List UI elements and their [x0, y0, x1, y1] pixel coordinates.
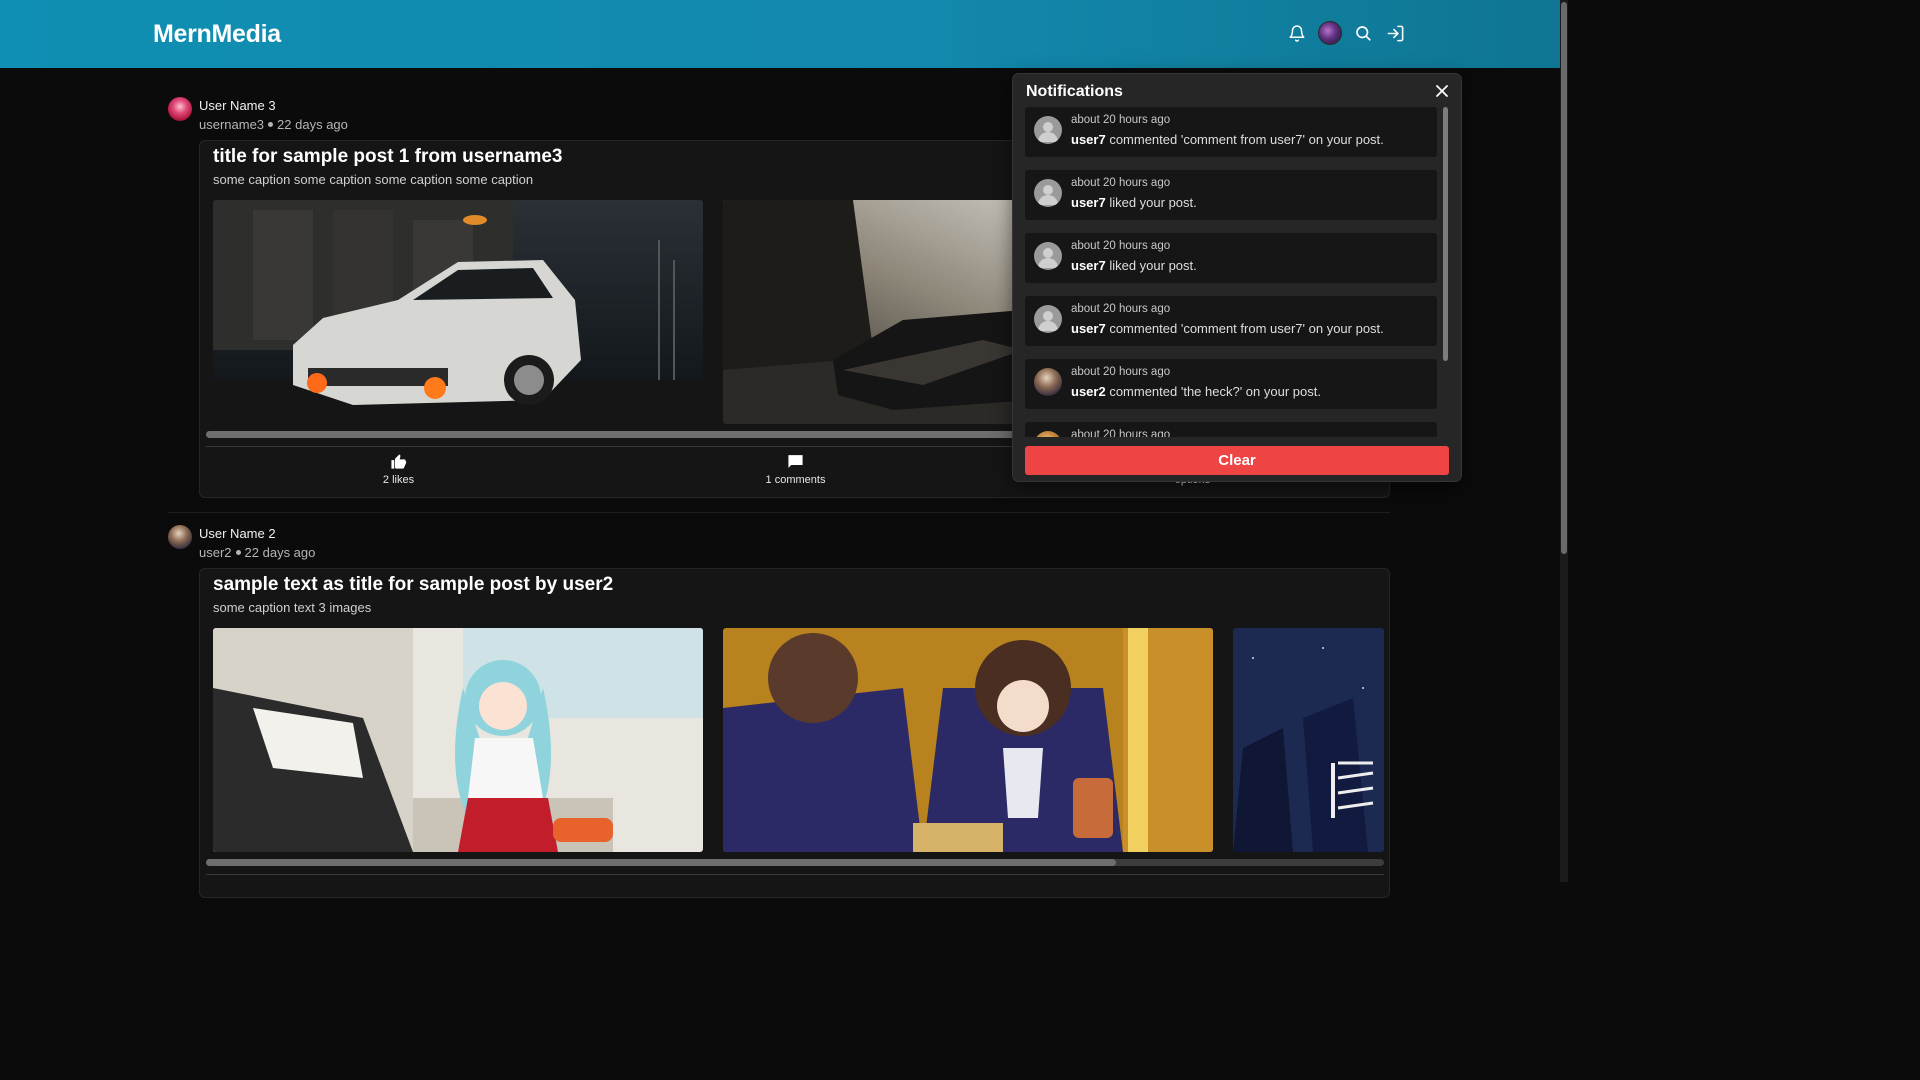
notification-avatar [1034, 431, 1062, 437]
notification-avatar [1034, 368, 1062, 396]
close-icon[interactable] [1435, 84, 1449, 98]
notification-time: about 20 hours ago [1071, 366, 1171, 378]
notification-user: user2 [1071, 384, 1106, 399]
avatar[interactable] [1318, 21, 1342, 45]
notifications-panel: Notifications about 20 hours ago user7 c… [1012, 73, 1462, 482]
post-image[interactable] [213, 628, 703, 852]
notifications-title: Notifications [1026, 83, 1123, 100]
notification-user: user7 [1071, 132, 1106, 147]
notification-item[interactable]: about 20 hours ago [1025, 422, 1437, 437]
post-title: title for sample post 1 from username3 [213, 146, 563, 167]
post-content: sample text as title for sample post by … [199, 568, 1390, 898]
comments-count: 1 comments [765, 474, 826, 486]
images-scrollbar[interactable] [206, 859, 1384, 866]
notifications-scrollbar-thumb[interactable] [1443, 107, 1448, 361]
notification-text: commented 'comment from user7' on your p… [1105, 132, 1384, 147]
post-image[interactable] [1233, 628, 1384, 852]
post-meta: username3 22 days ago [199, 117, 348, 132]
post-time: 22 days ago [277, 117, 348, 132]
author-username: username3 [199, 117, 265, 132]
post-caption: some caption some caption some caption s… [213, 172, 534, 187]
post-time: 22 days ago [244, 545, 316, 560]
author-name[interactable]: User Name 3 [199, 98, 276, 113]
author-name[interactable]: User Name 2 [199, 526, 276, 541]
thumbs-up-icon [391, 454, 407, 469]
notification-time: about 20 hours ago [1071, 303, 1171, 315]
author-username: user2 [199, 545, 232, 560]
comment-icon [788, 455, 803, 468]
notification-message: user2 commented 'the heck?' on your post… [1071, 384, 1321, 399]
notification-user: user7 [1071, 258, 1106, 273]
comment-button[interactable]: 1 comments [597, 447, 994, 493]
notification-user: user7 [1071, 321, 1106, 336]
notification-item[interactable]: about 20 hours ago user7 commented 'comm… [1025, 107, 1437, 157]
likes-count: 2 likes [382, 474, 415, 486]
notification-message: user7 commented 'comment from user7' on … [1071, 321, 1384, 336]
page-scrollbar[interactable] [1560, 0, 1568, 882]
search-icon[interactable] [1352, 22, 1374, 44]
notification-text: liked your post. [1105, 195, 1197, 210]
post-images [213, 628, 1384, 852]
separator-dot [268, 122, 274, 127]
notification-message: user7 commented 'comment from user7' on … [1071, 132, 1384, 147]
notification-avatar [1034, 179, 1062, 207]
post-card: User Name 2 user2 22 days ago sample tex… [168, 525, 1390, 898]
like-button[interactable]: 2 likes [200, 447, 597, 493]
notification-text: commented 'comment from user7' on your p… [1105, 321, 1384, 336]
separator-dot [235, 550, 241, 555]
clear-button[interactable]: Clear [1025, 446, 1449, 475]
notifications-scrollbar[interactable] [1443, 107, 1448, 437]
notification-time: about 20 hours ago [1071, 177, 1171, 189]
post-meta: user2 22 days ago [199, 545, 315, 560]
post-caption: some caption text 3 images [213, 600, 372, 615]
notification-item[interactable]: about 20 hours ago user7 liked your post… [1025, 170, 1437, 220]
notification-avatar [1034, 116, 1062, 144]
images-scrollbar-thumb[interactable] [206, 431, 1026, 438]
divider [206, 874, 1384, 875]
notification-message: user7 liked your post. [1071, 195, 1197, 210]
images-scrollbar-thumb[interactable] [206, 859, 1116, 866]
post-image[interactable] [723, 628, 1213, 852]
post-author: User Name 2 user2 22 days ago [168, 525, 1390, 567]
post-title: sample text as title for sample post by … [213, 574, 614, 595]
notification-text: liked your post. [1105, 258, 1197, 273]
notifications-list[interactable]: about 20 hours ago user7 commented 'comm… [1025, 107, 1438, 437]
navbar-actions [1286, 21, 1406, 45]
notification-time: about 20 hours ago [1071, 114, 1171, 126]
notification-time: about 20 hours ago [1071, 429, 1171, 437]
notification-item[interactable]: about 20 hours ago user7 liked your post… [1025, 233, 1437, 283]
notification-message: user7 liked your post. [1071, 258, 1197, 273]
author-avatar[interactable] [168, 525, 192, 549]
author-avatar[interactable] [168, 97, 192, 121]
top-navbar: MernMedia [0, 0, 1560, 68]
notification-item[interactable]: about 20 hours ago user2 commented 'the … [1025, 359, 1437, 409]
bell-icon[interactable] [1286, 22, 1308, 44]
notification-user: user7 [1071, 195, 1106, 210]
logout-icon[interactable] [1384, 22, 1406, 44]
notification-time: about 20 hours ago [1071, 240, 1171, 252]
notification-avatar [1034, 305, 1062, 333]
notification-avatar [1034, 242, 1062, 270]
notification-text: commented 'the heck?' on your post. [1105, 384, 1321, 399]
notification-item[interactable]: about 20 hours ago user7 commented 'comm… [1025, 296, 1437, 346]
brand-logo[interactable]: MernMedia [153, 20, 281, 49]
post-image[interactable] [213, 200, 703, 424]
page-scrollbar-thumb[interactable] [1561, 2, 1567, 554]
post-separator [168, 512, 1390, 513]
